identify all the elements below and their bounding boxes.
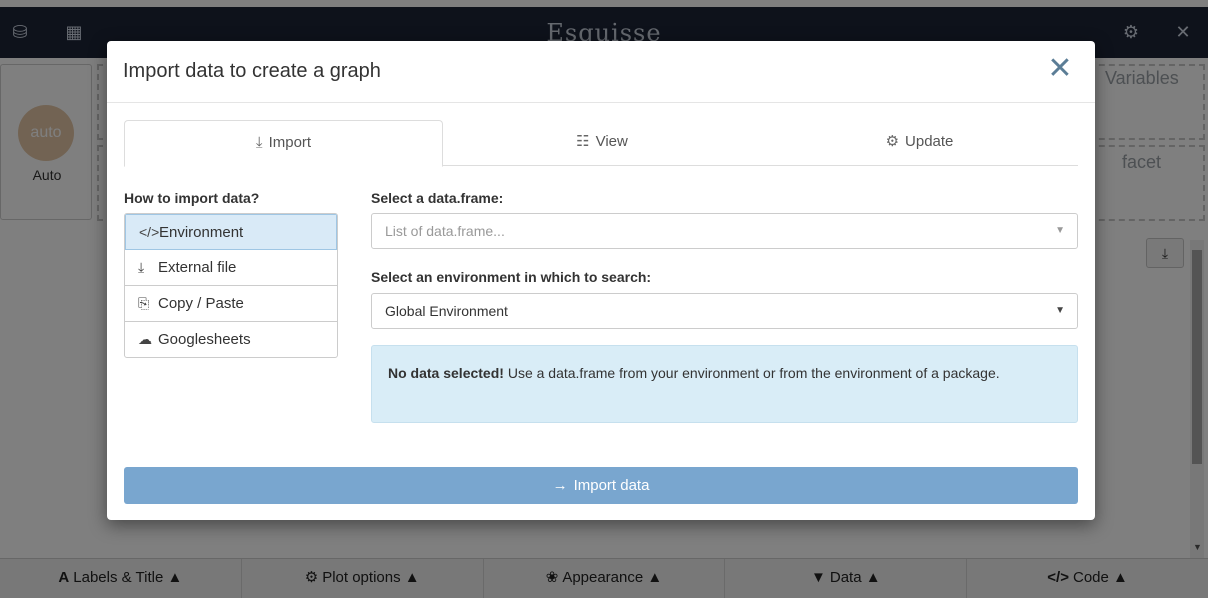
arrow-circle-right-icon: → [552,477,568,494]
import-method-list: </>Environment ⤓ External file ⎘ Copy / Pa… [124,213,338,358]
window-edge [1208,0,1217,598]
modal-close-button[interactable]: ✕ [1047,52,1073,85]
dataframe-placeholder: List of data.frame... [385,223,505,239]
cloud-download-icon: ☁ [138,331,152,347]
no-data-alert: No data selected! Use a data.frame from … [371,345,1078,423]
how-to-import-label: How to import data? [124,190,260,206]
tab-update[interactable]: ⚙ Update [761,120,1078,166]
method-label: External file [158,259,237,276]
chevron-down-icon: ▼ [1055,225,1065,236]
modal-header: Import data to create a graph ✕ [107,41,1095,103]
import-tabs: ⤓ Import ☷ View ⚙ Update [124,120,1078,167]
environment-select[interactable]: Global Environment ▼ [371,293,1078,329]
download-icon: ⤓ [255,134,263,151]
tab-update-label: Update [905,133,954,150]
method-copy-paste[interactable]: ⎘ Copy / Paste [125,286,337,322]
method-googlesheets[interactable]: ☁ Googlesheets [125,322,337,357]
import-data-button[interactable]: → Import data [124,467,1078,504]
table-icon: ☷ [576,133,590,150]
tab-import[interactable]: ⤓ Import [124,120,443,167]
clipboard-icon: ⎘ [138,295,150,311]
method-external-file[interactable]: ⤓ External file [125,250,337,286]
method-label: Environment [159,224,244,241]
dataframe-label: Select a data.frame: [371,190,504,206]
tab-import-label: Import [268,134,312,151]
tab-view[interactable]: ☷ View [443,120,761,166]
code-icon: </> [139,224,160,240]
alert-title: No data selected! [388,365,504,381]
alert-message: Use a data.frame from your environment o… [503,365,1000,381]
file-import-icon: ⤓ [138,259,145,275]
gear-icon: ⚙ [885,133,900,150]
import-data-label: Import data [573,477,650,494]
method-environment[interactable]: </>Environment [125,214,337,250]
close-icon: ✕ [1047,52,1073,85]
environment-label: Select an environment in which to search… [371,269,652,285]
modal-title: Import data to create a graph [123,60,381,82]
environment-value: Global Environment [385,303,508,319]
dataframe-select[interactable]: List of data.frame... ▼ [371,213,1078,249]
tab-view-label: View [595,133,628,150]
method-label: Googlesheets [158,331,251,348]
import-data-modal: Import data to create a graph ✕ ⤓ Import … [107,41,1095,520]
method-label: Copy / Paste [158,295,244,312]
chevron-down-icon: ▼ [1055,305,1065,316]
